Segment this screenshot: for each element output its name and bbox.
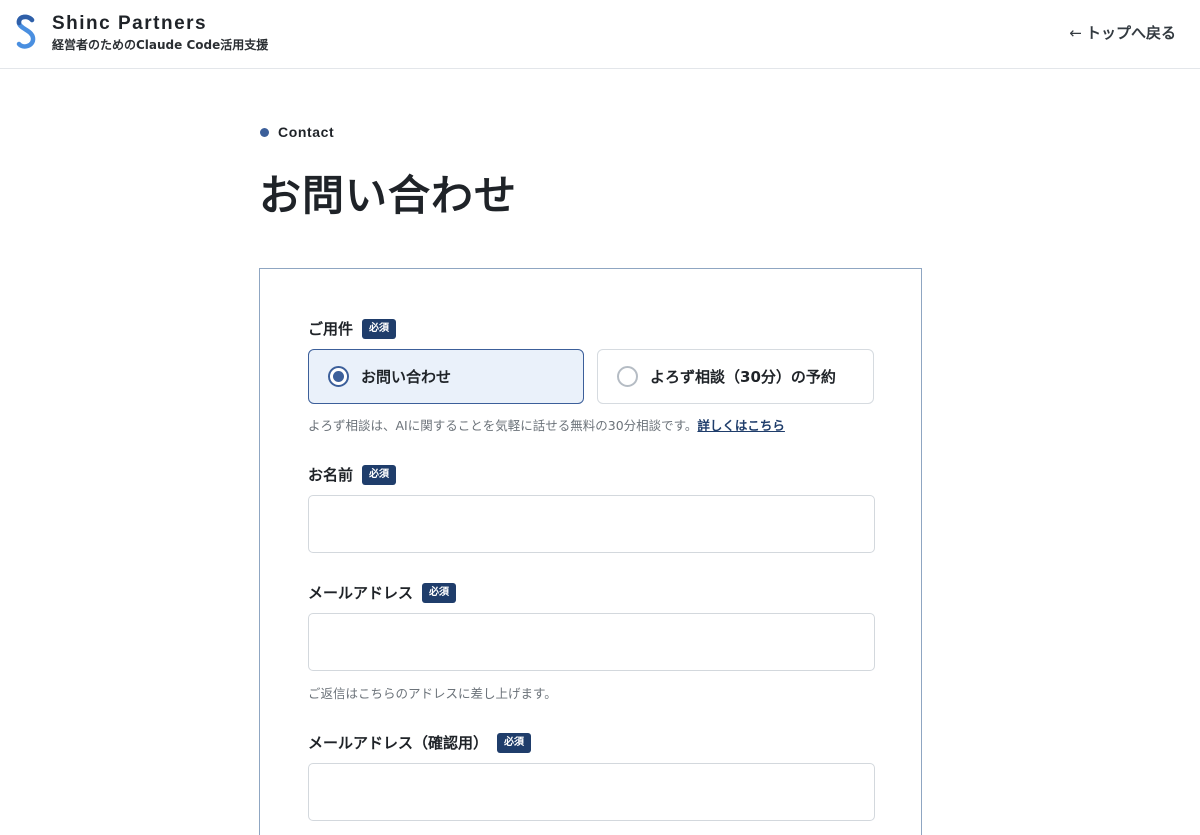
- email-confirm-label: メールアドレス（確認用） 必須: [308, 732, 532, 753]
- required-badge: 必須: [362, 318, 397, 339]
- inquiry-type-label-text: ご用件: [308, 320, 354, 338]
- email-confirm-input[interactable]: [308, 763, 875, 821]
- eyebrow-text: Contact: [278, 124, 335, 140]
- email-input[interactable]: [308, 613, 875, 671]
- radio-option-consultation-label: よろず相談（30分）の予約: [650, 368, 836, 386]
- radio-option-inquiry[interactable]: お問い合わせ: [308, 349, 584, 404]
- required-badge: 必須: [497, 732, 532, 753]
- required-badge: 必須: [422, 582, 457, 603]
- inquiry-type-label: ご用件 必須: [308, 318, 397, 339]
- section-eyebrow: Contact: [260, 124, 334, 140]
- arrow-left-icon: ←: [1069, 24, 1082, 42]
- consultation-note: よろず相談は、AIに関することを気軽に話せる無料の30分相談です。詳しくはこちら: [308, 415, 785, 434]
- contact-form: ご用件 必須 お問い合わせ よろず相談（30分）の予約 よろず相談は、AIに関す…: [259, 268, 922, 835]
- bullet-dot-icon: [260, 127, 269, 137]
- radio-option-consultation[interactable]: よろず相談（30分）の予約: [597, 349, 874, 404]
- email-note: ご返信はこちらのアドレスに差し上げます。: [308, 686, 557, 701]
- name-label: お名前 必須: [308, 464, 397, 485]
- radio-checked-icon[interactable]: [328, 366, 349, 387]
- site-header: Shinc Partners 経営者のためのClaude Code活用支援 ← ト…: [0, 0, 1200, 69]
- radio-unchecked-icon[interactable]: [617, 366, 638, 387]
- brand-tagline: 経営者のためのClaude Code活用支援: [52, 38, 269, 52]
- details-link[interactable]: 詳しくはこちら: [697, 418, 785, 433]
- back-to-top-label: トップへ戻る: [1085, 24, 1176, 42]
- s-logo-icon[interactable]: [14, 14, 38, 50]
- consultation-note-text: よろず相談は、AIに関することを気軽に話せる無料の30分相談です。: [308, 418, 698, 433]
- brand-name[interactable]: Shinc Partners: [52, 13, 207, 35]
- email-label-text: メールアドレス: [308, 584, 414, 602]
- page-title: お問い合わせ: [259, 171, 518, 220]
- email-label: メールアドレス 必須: [308, 582, 457, 603]
- radio-option-inquiry-label: お問い合わせ: [361, 368, 452, 386]
- name-input[interactable]: [308, 495, 875, 553]
- email-confirm-label-text: メールアドレス（確認用）: [308, 734, 489, 752]
- name-label-text: お名前: [308, 466, 354, 484]
- required-badge: 必須: [362, 464, 397, 485]
- back-to-top-link[interactable]: ← トップへ戻る: [1069, 22, 1176, 43]
